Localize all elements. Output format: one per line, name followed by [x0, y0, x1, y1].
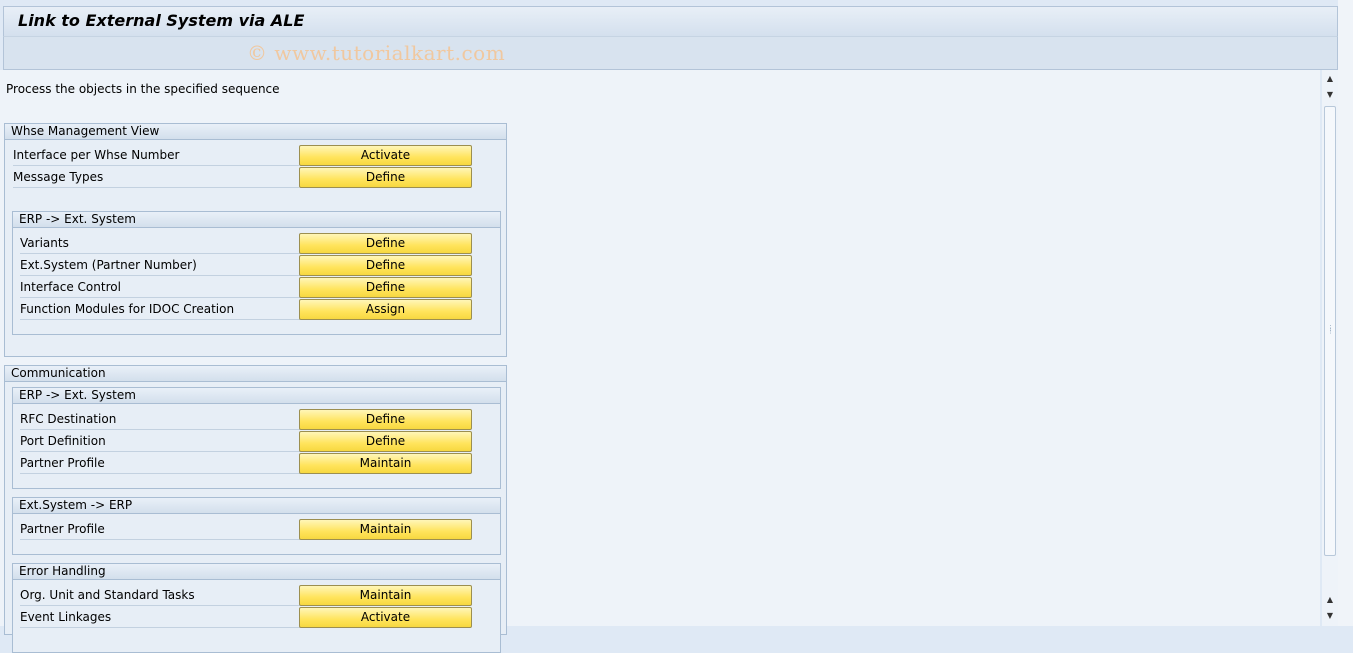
row-label-message-types: Message Types [13, 167, 299, 188]
subgroup-comm-erp-ext: ERP -> Ext. System RFC Destination Defin… [12, 387, 501, 489]
maintain-org-unit-button[interactable]: Maintain [299, 585, 472, 606]
group-header-whse-management: Whse Management View [5, 124, 506, 140]
group-header-communication: Communication [5, 366, 506, 382]
row-label-rfc-destination: RFC Destination [20, 409, 300, 430]
group-communication: Communication ERP -> Ext. System RFC Des… [4, 365, 507, 653]
maintain-partner-profile-in-button[interactable]: Maintain [299, 519, 472, 540]
watermark: © www.tutorialkart.com [247, 41, 506, 65]
window-edge [1338, 0, 1353, 626]
subgroup-ext-erp: Ext.System -> ERP Partner Profile Mainta… [12, 497, 501, 555]
define-message-types-button[interactable]: Define [299, 167, 472, 188]
title-bar: Link to External System via ALE [3, 6, 1338, 36]
row-label-function-modules: Function Modules for IDOC Creation [20, 299, 300, 320]
assign-function-modules-button[interactable]: Assign [299, 299, 472, 320]
activate-interface-button[interactable]: Activate [299, 145, 472, 166]
scroll-bottom-icon[interactable]: ▼ [1325, 611, 1335, 621]
subgroup-header-ext-erp: Ext.System -> ERP [13, 498, 500, 514]
row-label-partner-profile-in: Partner Profile [20, 519, 300, 540]
scroll-top-icon[interactable]: ▲ [1325, 74, 1335, 84]
row-label-variants: Variants [20, 233, 300, 254]
row-label-ext-system-partner: Ext.System (Partner Number) [20, 255, 300, 276]
subgroup-erp-ext: ERP -> Ext. System Variants Define Ext.S… [12, 211, 501, 335]
define-port-button[interactable]: Define [299, 431, 472, 452]
define-interface-control-button[interactable]: Define [299, 277, 472, 298]
scroll-up-icon[interactable]: ▼ [1325, 90, 1335, 100]
page-title: Link to External System via ALE [18, 11, 305, 30]
vertical-scrollbar[interactable]: ▲ ▼ ⋮ ⋮ ▲ ▼ [1322, 70, 1338, 626]
subgroup-header-erp-ext: ERP -> Ext. System [13, 212, 500, 228]
row-label-interface-control: Interface Control [20, 277, 300, 298]
grip-icon: ⋮ ⋮ [1327, 324, 1334, 335]
application-toolbar: © www.tutorialkart.com [3, 36, 1338, 70]
scroll-down-icon[interactable]: ▲ [1325, 595, 1335, 605]
define-partner-number-button[interactable]: Define [299, 255, 472, 276]
row-label-interface-per-whse: Interface per Whse Number [13, 145, 299, 166]
activate-event-linkages-button[interactable]: Activate [299, 607, 472, 628]
maintain-partner-profile-out-button[interactable]: Maintain [299, 453, 472, 474]
row-label-partner-profile-out: Partner Profile [20, 453, 300, 474]
define-rfc-destination-button[interactable]: Define [299, 409, 472, 430]
group-whse-management: Whse Management View Interface per Whse … [4, 123, 507, 357]
row-label-port-definition: Port Definition [20, 431, 300, 452]
main-content: Process the objects in the specified seq… [0, 70, 1320, 653]
row-label-org-unit: Org. Unit and Standard Tasks [20, 585, 300, 606]
subgroup-header-comm-erp-ext: ERP -> Ext. System [13, 388, 500, 404]
scrollbar-thumb[interactable]: ⋮ ⋮ [1324, 106, 1336, 556]
subgroup-error-handling: Error Handling Org. Unit and Standard Ta… [12, 563, 501, 653]
row-label-event-linkages: Event Linkages [20, 607, 300, 628]
instruction-text: Process the objects in the specified seq… [6, 82, 280, 96]
subgroup-header-error-handling: Error Handling [13, 564, 500, 580]
define-variants-button[interactable]: Define [299, 233, 472, 254]
